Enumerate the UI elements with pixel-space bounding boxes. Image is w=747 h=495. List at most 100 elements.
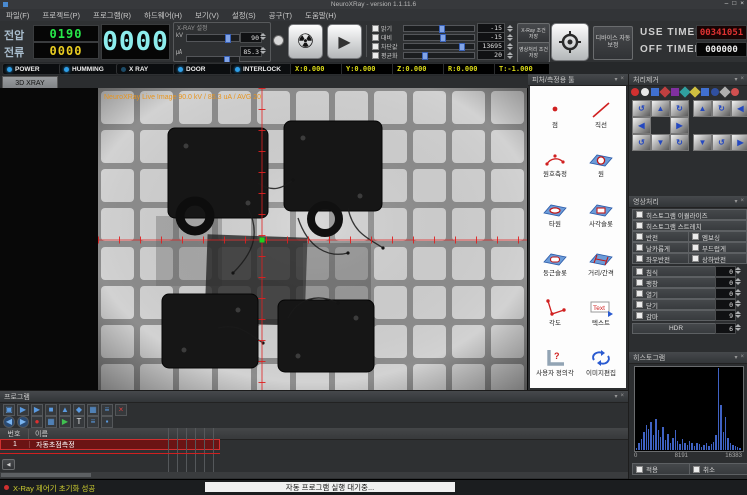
threshold-thumb[interactable] bbox=[459, 43, 465, 51]
tool-text[interactable]: Text 텍스트 bbox=[578, 289, 624, 337]
close-op-spinner[interactable] bbox=[735, 299, 741, 308]
ua-spinner[interactable] bbox=[260, 46, 266, 55]
list-icon[interactable]: ≡ bbox=[87, 416, 99, 428]
ua-value[interactable]: 85.3 bbox=[240, 46, 262, 57]
erode-spinner[interactable] bbox=[735, 266, 741, 275]
flip-left-button[interactable]: ◀ bbox=[632, 117, 651, 134]
mirror-rotate2-button[interactable]: ↺ bbox=[712, 134, 731, 151]
text-tool-icon[interactable]: T bbox=[73, 416, 85, 428]
open-value[interactable]: 0 bbox=[715, 288, 736, 299]
grid-icon[interactable] bbox=[701, 88, 709, 96]
pin-icon[interactable]: ▾ bbox=[734, 354, 737, 361]
close-op-button[interactable]: 닫기 bbox=[632, 299, 720, 310]
delete-icon[interactable]: × bbox=[115, 404, 127, 416]
hist-stretch-button[interactable]: 히스토그램 스트레치 bbox=[632, 220, 747, 231]
rotate-ccw-button[interactable]: ↺ bbox=[632, 100, 651, 117]
gamma-button[interactable]: 감마 bbox=[632, 310, 720, 321]
open-button[interactable]: 열기 bbox=[632, 288, 720, 299]
pin-icon[interactable]: ▾ bbox=[614, 76, 617, 83]
step-icon[interactable]: ▶ bbox=[31, 404, 43, 416]
tool-custom-angle[interactable]: ? 사용자 정의각 bbox=[532, 338, 578, 386]
save-processing-condition-button[interactable]: 영상처리 조건 저장 bbox=[517, 42, 550, 63]
brightness-checkbox[interactable] bbox=[372, 25, 379, 32]
pin-icon[interactable]: ▾ bbox=[734, 198, 737, 205]
average-checkbox[interactable] bbox=[372, 52, 379, 59]
dilate-spinner[interactable] bbox=[735, 277, 741, 286]
brightness-slider[interactable] bbox=[403, 25, 475, 32]
close-panel-icon[interactable]: × bbox=[620, 393, 624, 400]
shield-icon[interactable] bbox=[711, 88, 719, 96]
invert-button[interactable]: 반전 bbox=[632, 231, 691, 242]
histogram-chart[interactable] bbox=[634, 366, 744, 452]
threshold-checkbox[interactable] bbox=[372, 43, 379, 50]
gamma-spinner[interactable] bbox=[735, 310, 741, 319]
emboss-button[interactable]: 엠보싱 bbox=[688, 231, 747, 242]
contrast-thumb[interactable] bbox=[440, 34, 446, 42]
record-icon[interactable]: ● bbox=[31, 416, 43, 428]
tool-rect-slot[interactable]: 사각슬롯 bbox=[578, 189, 624, 237]
prev-step-icon[interactable]: ◀ bbox=[3, 416, 15, 428]
close-button[interactable]: × bbox=[740, 0, 744, 7]
star-icon[interactable] bbox=[719, 86, 730, 97]
close-panel-icon[interactable]: × bbox=[740, 76, 744, 83]
histogram-cancel-button[interactable]: 취소 bbox=[689, 463, 747, 475]
threshold-slider[interactable] bbox=[403, 43, 475, 50]
erode-button[interactable]: 침식 bbox=[632, 266, 720, 277]
target-button[interactable] bbox=[551, 23, 589, 61]
mirror-down-button[interactable]: ▼ bbox=[693, 134, 712, 151]
pin-marker-icon[interactable] bbox=[671, 88, 679, 96]
mirror-up-button[interactable]: ▲ bbox=[693, 100, 712, 117]
flag-icon[interactable] bbox=[651, 88, 659, 96]
play-step-icon[interactable]: ▶ bbox=[59, 416, 71, 428]
pin-icon[interactable]: ▾ bbox=[734, 76, 737, 83]
mirror-rotate-button[interactable]: ↻ bbox=[712, 100, 731, 117]
menu-project[interactable]: 프로젝트(P) bbox=[42, 10, 80, 21]
grid-icon[interactable]: ▦ bbox=[45, 416, 57, 428]
menu-help[interactable]: 도움말(H) bbox=[305, 10, 336, 21]
kv-slider-thumb[interactable] bbox=[225, 34, 231, 43]
tool-distance[interactable]: 거리/간격 bbox=[578, 239, 624, 287]
menu-program[interactable]: 프로그램(R) bbox=[93, 10, 131, 21]
contrast-spinner[interactable] bbox=[507, 34, 513, 41]
h-scrollbar-thumb[interactable] bbox=[1, 473, 91, 477]
open-spinner[interactable] bbox=[735, 288, 741, 297]
brightness-thumb[interactable] bbox=[439, 25, 445, 33]
tool-angle[interactable]: 각도 bbox=[532, 289, 578, 337]
average-value[interactable]: 20 bbox=[477, 50, 505, 60]
marker-icon[interactable] bbox=[659, 86, 670, 97]
grid-view-icon[interactable]: ▦ bbox=[87, 404, 99, 416]
insert-icon[interactable]: ◆ bbox=[73, 404, 85, 416]
flip-horizontal-button[interactable]: 좌우반전 bbox=[632, 253, 691, 264]
tool-point[interactable]: 점 bbox=[532, 90, 578, 138]
rotate-cw-button[interactable]: ↻ bbox=[670, 100, 689, 117]
menu-tools[interactable]: 공구(T) bbox=[269, 10, 292, 21]
tool-line[interactable]: 직선 bbox=[578, 90, 624, 138]
menu-file[interactable]: 파일(F) bbox=[6, 10, 29, 21]
erode-value[interactable]: 0 bbox=[715, 266, 736, 277]
hist-equalize-button[interactable]: 히스토그램 이퀄라이즈 bbox=[632, 209, 747, 220]
average-thumb[interactable] bbox=[422, 52, 428, 60]
minimize-button[interactable]: – bbox=[725, 0, 729, 7]
brightness-spinner[interactable] bbox=[507, 25, 513, 32]
smooth-button[interactable]: 부드럽게 bbox=[688, 242, 747, 253]
flip-right-button[interactable]: ▶ bbox=[670, 117, 689, 134]
close-panel-icon[interactable]: × bbox=[620, 76, 624, 83]
tool-arc[interactable]: 원호측정 bbox=[532, 140, 578, 188]
mirror-right-button[interactable]: ▶ bbox=[731, 134, 747, 151]
next-step-icon[interactable]: ▶ bbox=[17, 416, 29, 428]
menu-hardware[interactable]: 하드웨어(H) bbox=[144, 10, 182, 21]
close-panel-icon[interactable]: × bbox=[740, 354, 744, 361]
tool-round-slot[interactable]: 둥근슬롯 bbox=[532, 239, 578, 287]
h-scrollbar[interactable] bbox=[0, 472, 628, 478]
rotate-cw2-button[interactable]: ↻ bbox=[670, 134, 689, 151]
up-icon[interactable]: ▲ bbox=[59, 404, 71, 416]
hdr-spinner[interactable] bbox=[735, 323, 741, 332]
average-slider[interactable] bbox=[403, 52, 475, 59]
tool-circle[interactable]: 원 bbox=[578, 140, 624, 188]
tool-ellipse[interactable]: 타원 bbox=[532, 189, 578, 237]
xray-on-button[interactable]: ☢ bbox=[288, 24, 323, 59]
scroll-left-button[interactable]: ◀ bbox=[2, 459, 15, 470]
dilate-button[interactable]: 팽창 bbox=[632, 277, 720, 288]
close-panel-icon[interactable]: × bbox=[740, 198, 744, 205]
pin-icon[interactable]: ▾ bbox=[614, 393, 617, 400]
